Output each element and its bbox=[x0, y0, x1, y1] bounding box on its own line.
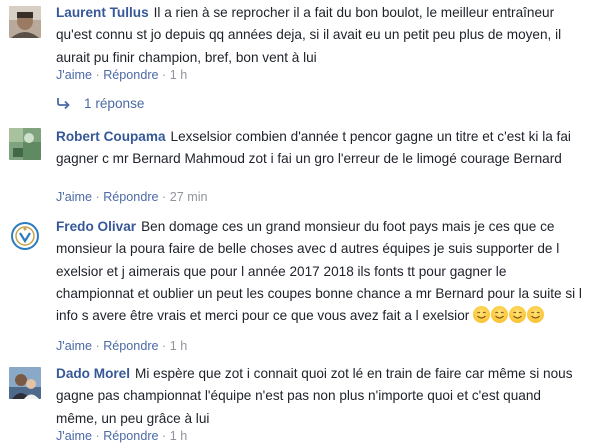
like-button[interactable]: J'aime bbox=[56, 190, 92, 204]
comment-body: Robert Coupama Lexselsior combien d'année… bbox=[56, 126, 582, 171]
comment-time[interactable]: 1 h bbox=[170, 68, 188, 82]
like-button[interactable]: J'aime bbox=[56, 68, 92, 82]
reply-arrow-icon bbox=[57, 98, 70, 109]
comment-time[interactable]: 27 min bbox=[170, 190, 208, 204]
comment-actions: J'aime · Répondre · 27 min bbox=[56, 190, 208, 204]
comment-author[interactable]: Fredo Olivar bbox=[56, 219, 136, 234]
club-crest-avatar-icon bbox=[9, 220, 41, 252]
reply-button[interactable]: Répondre bbox=[103, 429, 158, 443]
comment-body: Laurent Tullus Il a rien à se reprocher i… bbox=[56, 2, 582, 69]
user-avatar-icon bbox=[9, 6, 41, 38]
comment-actions: J'aime · Répondre · 1 h bbox=[56, 68, 188, 82]
view-replies-link[interactable]: 1 réponse bbox=[56, 95, 144, 113]
comment-text: Mi espère que zot i connait quoi zot lé … bbox=[56, 366, 573, 426]
reply-button[interactable]: Répondre bbox=[103, 339, 158, 353]
avatar[interactable] bbox=[9, 367, 41, 399]
smile-emoji-icon bbox=[473, 306, 491, 324]
like-button[interactable]: J'aime bbox=[56, 339, 92, 353]
avatar[interactable] bbox=[9, 6, 41, 38]
comment-author[interactable]: Laurent Tullus bbox=[56, 5, 149, 20]
reply-button[interactable]: Répondre bbox=[103, 68, 158, 82]
comment-author[interactable]: Dado Morel bbox=[56, 366, 130, 381]
user-avatar-icon bbox=[9, 367, 41, 399]
avatar[interactable] bbox=[9, 128, 41, 160]
comment-time[interactable]: 1 h bbox=[170, 339, 188, 353]
comment-actions: J'aime · Répondre · 1 h bbox=[56, 339, 188, 353]
smile-emoji-icon bbox=[527, 306, 545, 324]
user-avatar-icon bbox=[9, 128, 41, 160]
reply-button[interactable]: Répondre bbox=[103, 190, 158, 204]
smile-emoji-icon bbox=[491, 306, 509, 324]
avatar[interactable] bbox=[9, 220, 41, 252]
comment-actions: J'aime · Répondre · 1 h bbox=[56, 429, 188, 443]
replies-count: 1 réponse bbox=[84, 96, 145, 111]
comment-time[interactable]: 1 h bbox=[170, 429, 188, 443]
comment-body: Fredo Olivar Ben domage ces un grand mons… bbox=[56, 216, 582, 327]
like-button[interactable]: J'aime bbox=[56, 429, 92, 443]
smile-emoji-icon bbox=[509, 306, 527, 324]
comment-author[interactable]: Robert Coupama bbox=[56, 129, 166, 144]
comment-body: Dado Morel Mi espère que zot i connait qu… bbox=[56, 363, 582, 430]
